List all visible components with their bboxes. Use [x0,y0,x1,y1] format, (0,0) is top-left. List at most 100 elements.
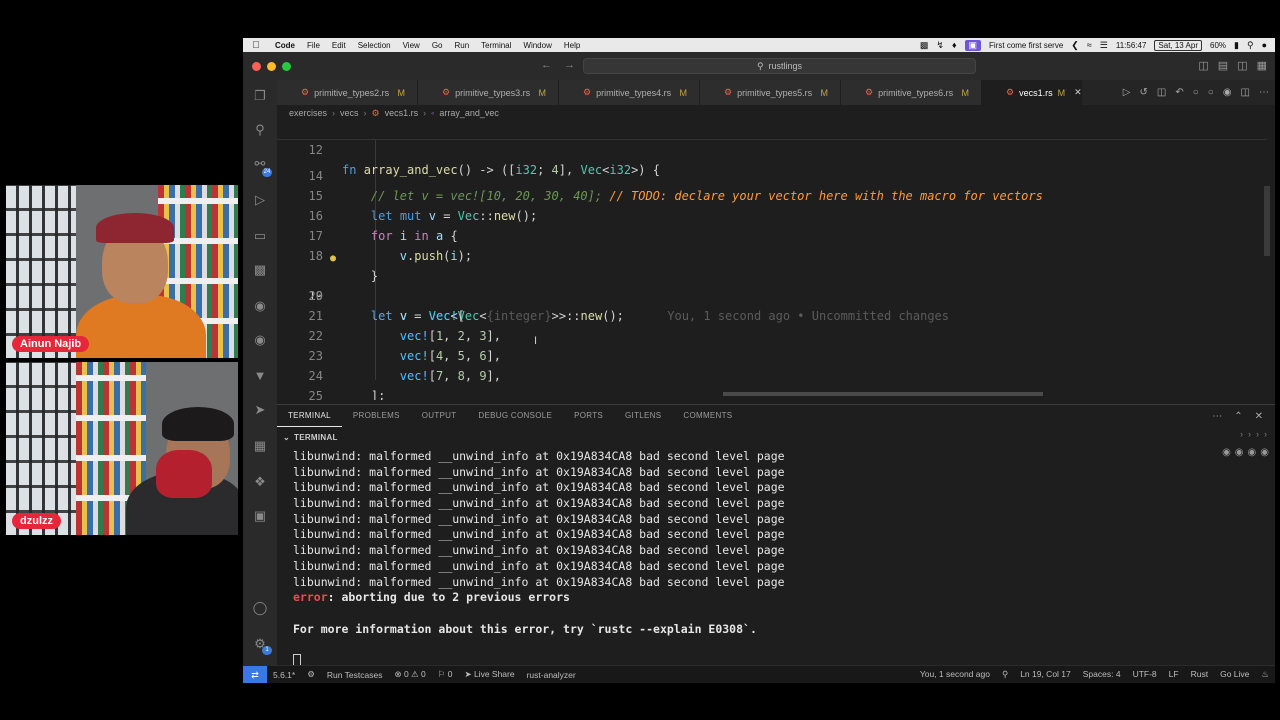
circle-icon[interactable]: ○ [1208,87,1214,98]
tab-primitive-types5[interactable]: ⚙ primitive_types5.rs M [700,80,841,105]
battery-percent[interactable]: 60% [1210,41,1226,50]
command-center-search[interactable]: ⚲ rustlings [583,58,976,74]
zoom-icon[interactable]: ⚲ [996,669,1014,680]
maximize-panel-icon[interactable]: ⌃ [1234,411,1242,422]
terminal-section-header[interactable]: ⌄ TERMINAL [277,429,338,445]
bookmark-icon[interactable]: ▼ [252,368,268,384]
cursor-position[interactable]: Ln 19, Col 17 [1014,669,1077,680]
vertical-scrollbar[interactable] [1264,186,1270,256]
control-center-icon[interactable]: ☰ [1100,40,1108,51]
tab-primitive-types4[interactable]: ⚙ primitive_types4.rs M [559,80,700,105]
zoom-window-button[interactable] [282,61,291,71]
extensions-icon[interactable]: ▦ [252,438,268,454]
live-share-button[interactable]: ➤ Live Share [458,669,520,680]
explorer-icon[interactable]: ❐ [252,88,268,104]
git-blame-status[interactable]: You, 1 second ago [914,669,996,680]
bolt-icon[interactable]: ↯ [936,40,944,51]
more-actions-icon[interactable]: ⋯ [1212,411,1222,422]
revert-icon[interactable]: ↶ [1175,87,1183,98]
tab-debug-console[interactable]: DEBUG CONSOLE [467,405,563,427]
chevron-right-icon[interactable]: › [1256,429,1259,439]
screen-record-icon[interactable]: ▣ [964,39,982,51]
record-icon[interactable]: ● [1262,40,1267,50]
forward-arrow-icon[interactable]: → [564,59,575,71]
wifi-icon[interactable]: ≈ [1087,40,1092,50]
customize-layout-icon[interactable]: ▦ [1257,59,1267,72]
history-icon[interactable]: ↺ [1139,87,1147,98]
breadcrumb-symbol[interactable]: array_and_vec [439,108,499,118]
tab-ports[interactable]: PORTS [563,405,614,427]
tab-primitive-types2[interactable]: ⚙ primitive_types2.rs M [277,80,418,105]
tab-vecs1[interactable]: ⚙ vecs1.rs M ✕ [982,80,1082,105]
back-arrow-icon[interactable]: ← [541,59,552,71]
code-editor[interactable]: 12 fn array_and_vec() -> ([i32; 4], Vec<… [277,120,1275,400]
tab-comments[interactable]: COMMENTS [672,405,743,427]
tab-primitive-types3[interactable]: ⚙ primitive_types3.rs M [418,80,559,105]
close-panel-icon[interactable]: ✕ [1255,411,1263,422]
clock[interactable]: 11:56:47 [1116,41,1147,50]
apple-icon[interactable]:  [243,40,269,51]
info-indicator[interactable]: ⚐ 0 [432,669,459,680]
bar-chart-icon[interactable]: ▩ [252,262,268,278]
tab-primitive-types6[interactable]: ⚙ primitive_types6.rs M [841,80,982,105]
breadcrumb-folder[interactable]: vecs [340,108,359,118]
search-icon[interactable]: ⚲ [1247,40,1254,51]
toggle-sidebar-icon[interactable]: ◫ [1198,59,1208,72]
close-icon[interactable]: ✕ [1074,87,1082,98]
terminal-instance-icon[interactable]: ◉ [1222,447,1231,458]
chevron-right-icon[interactable]: › [1264,429,1267,439]
menu-terminal[interactable]: Terminal [475,41,517,50]
tab-terminal[interactable]: TERMINAL [277,405,342,427]
go-live-button[interactable]: Go Live [1214,669,1255,680]
terminal-output[interactable]: libunwind: malformed __unwind_info at 0x… [293,449,785,669]
breadcrumb-file[interactable]: vecs1.rs [385,108,419,118]
end-of-line[interactable]: LF [1163,669,1185,680]
close-window-button[interactable] [252,61,261,71]
version-indicator[interactable]: 5.6.1* [267,670,301,680]
menu-app[interactable]: Code [269,41,301,50]
remote-icon[interactable]: ⇄ [243,665,267,683]
docker-icon[interactable]: ▣ [252,508,268,524]
battery-icon[interactable]: ▮ [1234,40,1239,51]
indentation[interactable]: Spaces: 4 [1077,669,1127,680]
split-editor-icon[interactable]: ◫ [1241,87,1250,98]
search-icon[interactable]: ⚲ [252,122,268,138]
run-testcases-button[interactable]: Run Testcases [321,670,389,680]
menubar-status-text[interactable]: First come first serve [989,41,1063,50]
menu-view[interactable]: View [397,41,426,50]
encoding[interactable]: UTF-8 [1127,669,1163,680]
menu-edit[interactable]: Edit [326,41,352,50]
compare-icon[interactable]: ◫ [1157,87,1166,98]
chevron-right-icon[interactable]: › [1240,429,1243,439]
menu-window[interactable]: Window [517,41,557,50]
python-icon[interactable]: ❖ [252,474,268,490]
menu-run[interactable]: Run [448,41,475,50]
remote-explorer-icon[interactable]: ▭ [252,228,268,244]
screen-icon[interactable]: ▩ [920,40,929,51]
notifications-bell-icon[interactable]: ♨ [1255,669,1275,680]
terminal-instance-icon[interactable]: ◉ [1235,447,1244,458]
tab-problems[interactable]: PROBLEMS [342,405,411,427]
horizontal-scrollbar[interactable] [723,392,1043,396]
chevron-right-icon[interactable]: › [1248,429,1251,439]
gitlens-icon[interactable]: ◉ [252,298,268,314]
terminal-instance-icon[interactable]: ◉ [1248,447,1257,458]
gitlens-compare-icon[interactable]: ◉ [1223,87,1232,98]
toggle-panel-icon[interactable]: ▤ [1218,59,1228,72]
toggle-secondary-sidebar-icon[interactable]: ◫ [1237,59,1247,72]
terminal-instance-icon[interactable]: ◉ [1260,447,1269,458]
date[interactable]: Sat, 13 Apr [1154,39,1202,51]
tab-gitlens[interactable]: GITLENS [614,405,672,427]
language-mode[interactable]: Rust [1185,669,1214,680]
menu-go[interactable]: Go [426,41,449,50]
rust-analyzer-status[interactable]: rust-analyzer [521,670,582,680]
run-icon[interactable]: ▷ [1123,87,1131,98]
menu-selection[interactable]: Selection [352,41,397,50]
account-icon[interactable]: ◯ [252,600,268,616]
bug-icon[interactable]: ⚙ [301,669,321,680]
github-icon[interactable]: ◉ [252,332,268,348]
tab-output[interactable]: OUTPUT [411,405,468,427]
share-icon[interactable]: ➤ [252,402,268,418]
problems-indicator[interactable]: ⊗ 0 ⚠ 0 [388,669,431,680]
breadcrumb-folder[interactable]: exercises [289,108,327,118]
